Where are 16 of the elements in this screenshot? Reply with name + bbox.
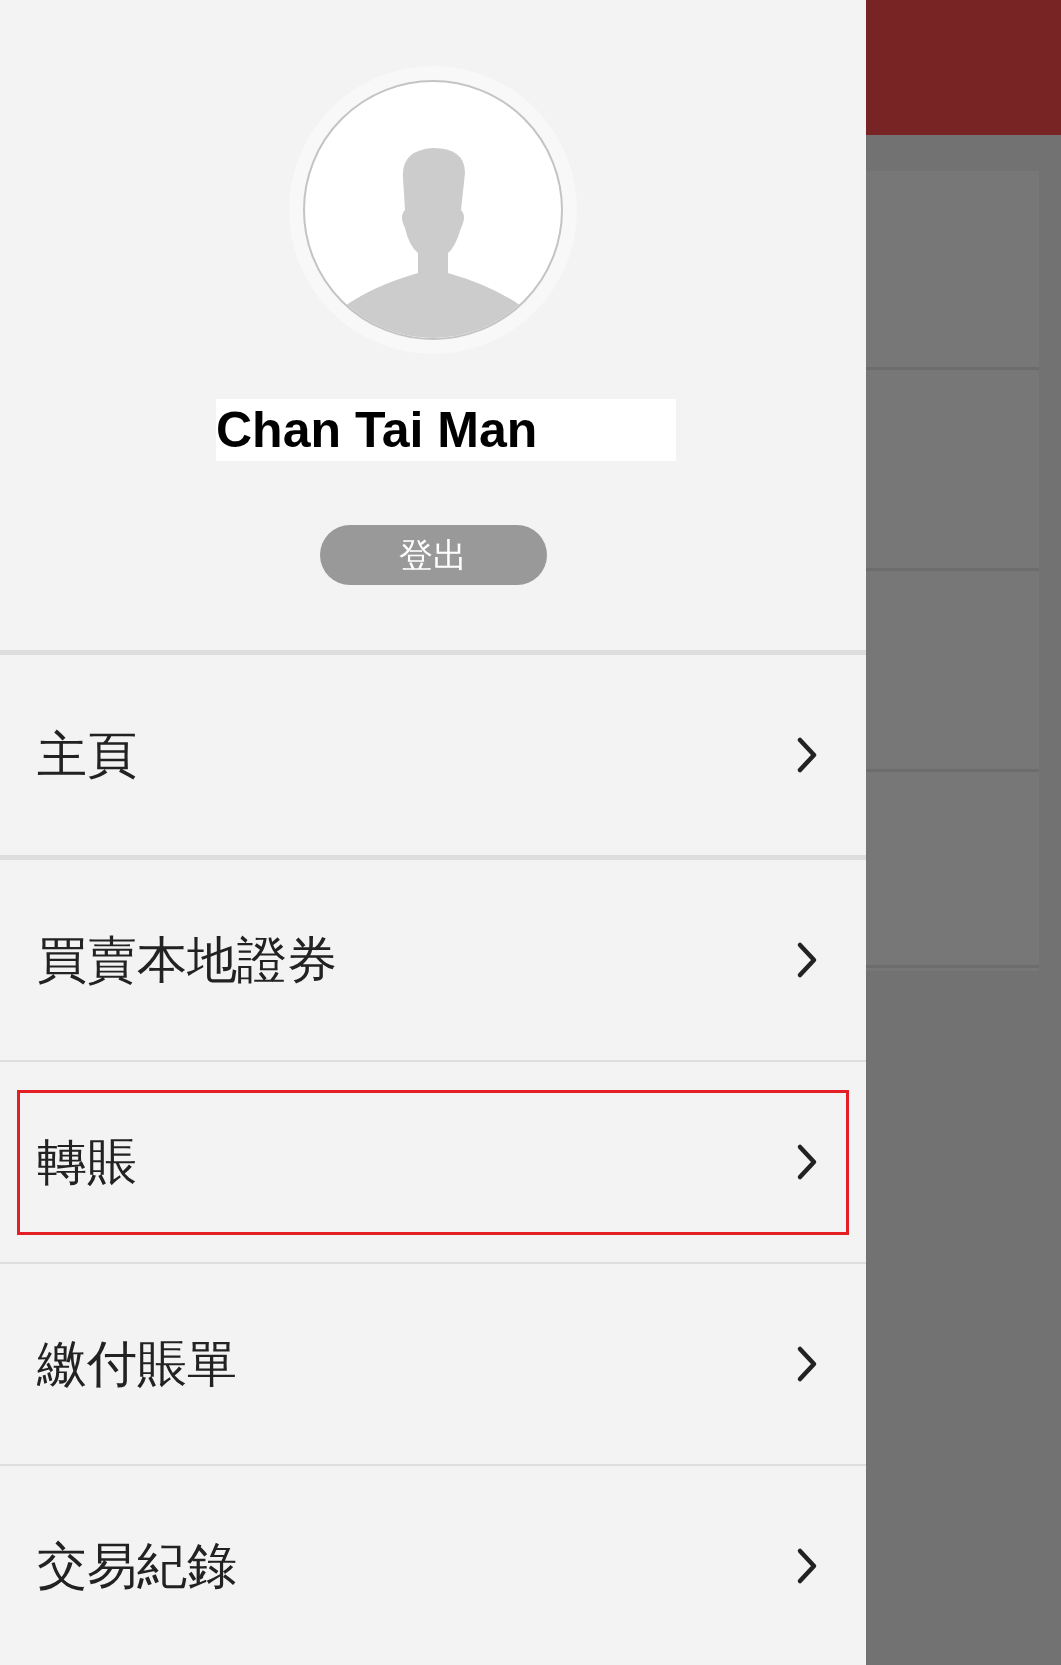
menu-item[interactable]: 交易紀錄	[17, 1493, 849, 1639]
menu-label: 交易紀錄	[37, 1535, 237, 1597]
menu-item[interactable]: 主頁	[17, 682, 849, 828]
chevron-right-icon	[796, 1345, 818, 1383]
menu-item[interactable]: 轉賬	[17, 1089, 849, 1235]
menu-label: 繳付賬單	[37, 1333, 237, 1395]
chevron-right-icon	[796, 1143, 818, 1181]
menu-label: 主頁	[37, 724, 137, 786]
menu-item[interactable]: 繳付賬單	[17, 1291, 849, 1437]
menu-label: 轉賬	[37, 1131, 137, 1193]
user-name: Chan Tai Man	[216, 399, 676, 461]
chevron-right-icon	[796, 736, 818, 774]
menu-label: 買賣本地證券	[37, 929, 337, 991]
menu-item[interactable]: 買賣本地證券	[17, 887, 849, 1033]
chevron-right-icon	[796, 1547, 818, 1585]
chevron-right-icon	[796, 941, 818, 979]
